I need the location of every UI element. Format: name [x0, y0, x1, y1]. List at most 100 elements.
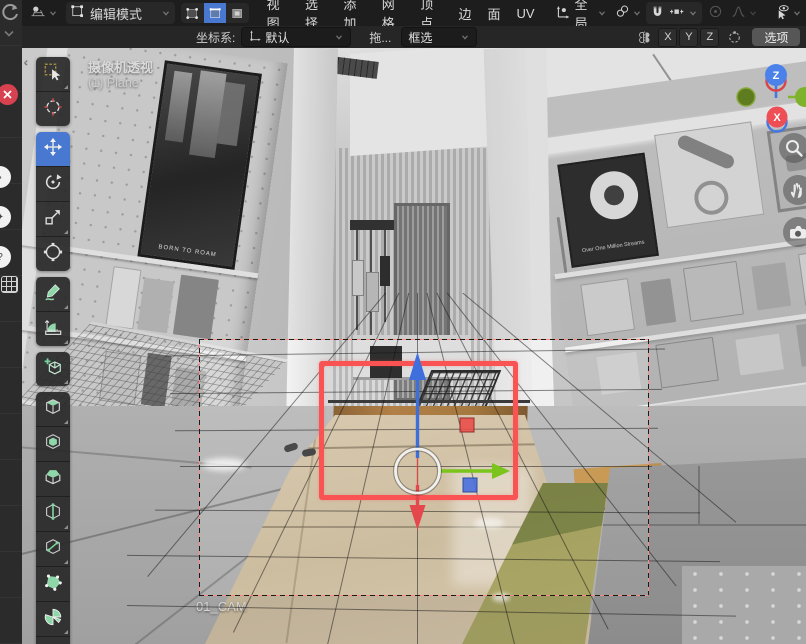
scale-icon — [43, 207, 63, 232]
subtool-corner-icon — [64, 560, 68, 564]
y-axis-ball[interactable] — [795, 87, 806, 107]
3d-viewport[interactable]: BORN TO ROAM — [22, 48, 806, 644]
tool-spin-button[interactable] — [36, 601, 70, 636]
tool-tweak-button[interactable] — [36, 57, 70, 91]
orientation-dropdown[interactable]: 全局 — [551, 2, 611, 24]
rotate-icon[interactable] — [0, 2, 20, 22]
tool-cursor-button[interactable] — [36, 91, 70, 126]
move-gizmo[interactable] — [330, 290, 530, 540]
vertex-select-button[interactable] — [181, 3, 203, 23]
subtool-corner-icon — [64, 380, 68, 384]
menu-view[interactable]: 视图 — [259, 2, 297, 24]
tool-poly-build-button[interactable] — [36, 566, 70, 601]
viewport-header: 编辑模式 视图 选择 添加 网格 顶点 边 面 UV 全局 — [22, 0, 806, 27]
menu-vertex[interactable]: 顶点 — [412, 2, 450, 24]
tool-bevel-button[interactable] — [36, 461, 70, 496]
drag-mode-dropdown[interactable]: 框选 — [401, 27, 477, 47]
zoom-button[interactable] — [779, 133, 806, 163]
hand-icon — [787, 179, 806, 201]
tool-loop-cut-button[interactable] — [36, 496, 70, 531]
move-icon — [43, 137, 63, 162]
editor-type-icon — [30, 4, 46, 23]
loop-cut-icon — [43, 502, 63, 527]
plane-handle-blue[interactable] — [463, 478, 477, 492]
menu-mesh[interactable]: 网格 — [374, 2, 412, 24]
x-axis-letter: X — [773, 112, 781, 124]
navigation-gizmo[interactable]: Z X — [734, 56, 806, 136]
tool-rotate-button[interactable] — [36, 166, 70, 201]
subtool-corner-icon — [64, 230, 68, 234]
snap-target-icon[interactable] — [669, 4, 684, 22]
neg-y-ball[interactable] — [737, 88, 755, 106]
blender-window: › ✦ ? 编辑模式 视图 选择 添加 网格 顶点 边 面 UV — [0, 0, 806, 644]
chevron-down-icon[interactable] — [3, 30, 15, 38]
tool-measure-button[interactable] — [36, 311, 70, 346]
tool-scale-button[interactable] — [36, 201, 70, 236]
y-axis-arrowhead[interactable] — [492, 463, 510, 479]
tool-inset-faces-button[interactable] — [36, 426, 70, 461]
close-badge-icon[interactable] — [0, 84, 18, 105]
options-button[interactable]: 选项 — [752, 28, 800, 46]
tool-annotate-button[interactable] — [36, 277, 70, 311]
spin-icon — [43, 607, 63, 632]
coordinate-system-value: 默认 — [265, 29, 289, 46]
proportional-editing-button[interactable] — [704, 2, 762, 24]
tool-extrude-region-button[interactable] — [36, 392, 70, 426]
chevron-down-icon — [632, 8, 642, 18]
hand-tool-icon[interactable]: ✦ — [0, 206, 11, 228]
magnet-icon[interactable] — [650, 4, 665, 22]
mirror-x-button[interactable]: X — [658, 28, 677, 47]
menu-uv[interactable]: UV — [508, 2, 542, 24]
face-select-button[interactable] — [226, 3, 248, 23]
menu-select[interactable]: 选择 — [297, 2, 335, 24]
orientation-axes-icon — [555, 4, 570, 22]
coordinate-system-dropdown[interactable]: 默认 — [241, 27, 351, 47]
plane-handle-red[interactable] — [460, 418, 474, 432]
drag-mode-value: 框选 — [408, 29, 432, 46]
mirror-icon[interactable] — [637, 30, 652, 45]
tool-move-button[interactable] — [36, 132, 70, 166]
tool-smooth-button[interactable] — [36, 636, 70, 644]
toolbar-collapse-arrow[interactable]: ‹ — [24, 56, 28, 68]
mode-dropdown[interactable]: 编辑模式 — [66, 2, 175, 24]
menu-edge[interactable]: 边 — [450, 2, 479, 24]
mirror-z-button[interactable]: Z — [700, 28, 719, 47]
dashed-circle-icon[interactable] — [727, 30, 742, 45]
pivot-dropdown[interactable] — [611, 2, 646, 24]
z-axis-arrowhead[interactable] — [409, 352, 426, 380]
tool-transform-button[interactable] — [36, 236, 70, 271]
x-axis-arrowhead[interactable] — [410, 505, 426, 530]
chevron-down-icon — [597, 8, 607, 18]
pivot-point-icon — [615, 4, 630, 22]
poly-build-icon — [43, 572, 63, 597]
camera-icon — [787, 221, 806, 243]
tool-knife-button[interactable] — [36, 531, 70, 566]
subtool-corner-icon — [64, 420, 68, 424]
show-gizmo-button[interactable] — [770, 2, 806, 24]
grid-panel-icon[interactable] — [1, 276, 18, 293]
overlay-tool-icon[interactable]: › — [0, 166, 11, 188]
edge-select-button[interactable] — [204, 3, 226, 23]
editor-type-button[interactable] — [26, 2, 62, 24]
subtool-corner-icon — [64, 340, 68, 344]
subtool-corner-icon — [64, 305, 68, 309]
camera-view-button[interactable] — [783, 217, 806, 247]
view-name-label: 摄像机透视 — [88, 57, 153, 76]
toolbar-group — [36, 57, 70, 126]
falloff-curve-icon — [731, 4, 746, 22]
scene-poster-dark: BORN TO ROAM — [137, 60, 262, 270]
z-axis-letter: Z — [773, 70, 780, 82]
overlay-tool-icon[interactable]: ? — [0, 246, 11, 268]
select-mode-group — [181, 3, 248, 23]
cursor-icon — [43, 97, 63, 122]
chevron-down-icon[interactable] — [688, 8, 698, 18]
pan-button[interactable] — [783, 175, 806, 205]
add-cube-icon — [43, 357, 63, 382]
tool-add-cube-button[interactable] — [36, 352, 70, 386]
menu-add[interactable]: 添加 — [335, 2, 373, 24]
mirror-y-button[interactable]: Y — [679, 28, 698, 47]
chevron-down-icon — [334, 32, 344, 42]
snap-group — [646, 2, 702, 24]
menu-face[interactable]: 面 — [479, 2, 508, 24]
subtool-corner-icon — [64, 525, 68, 529]
